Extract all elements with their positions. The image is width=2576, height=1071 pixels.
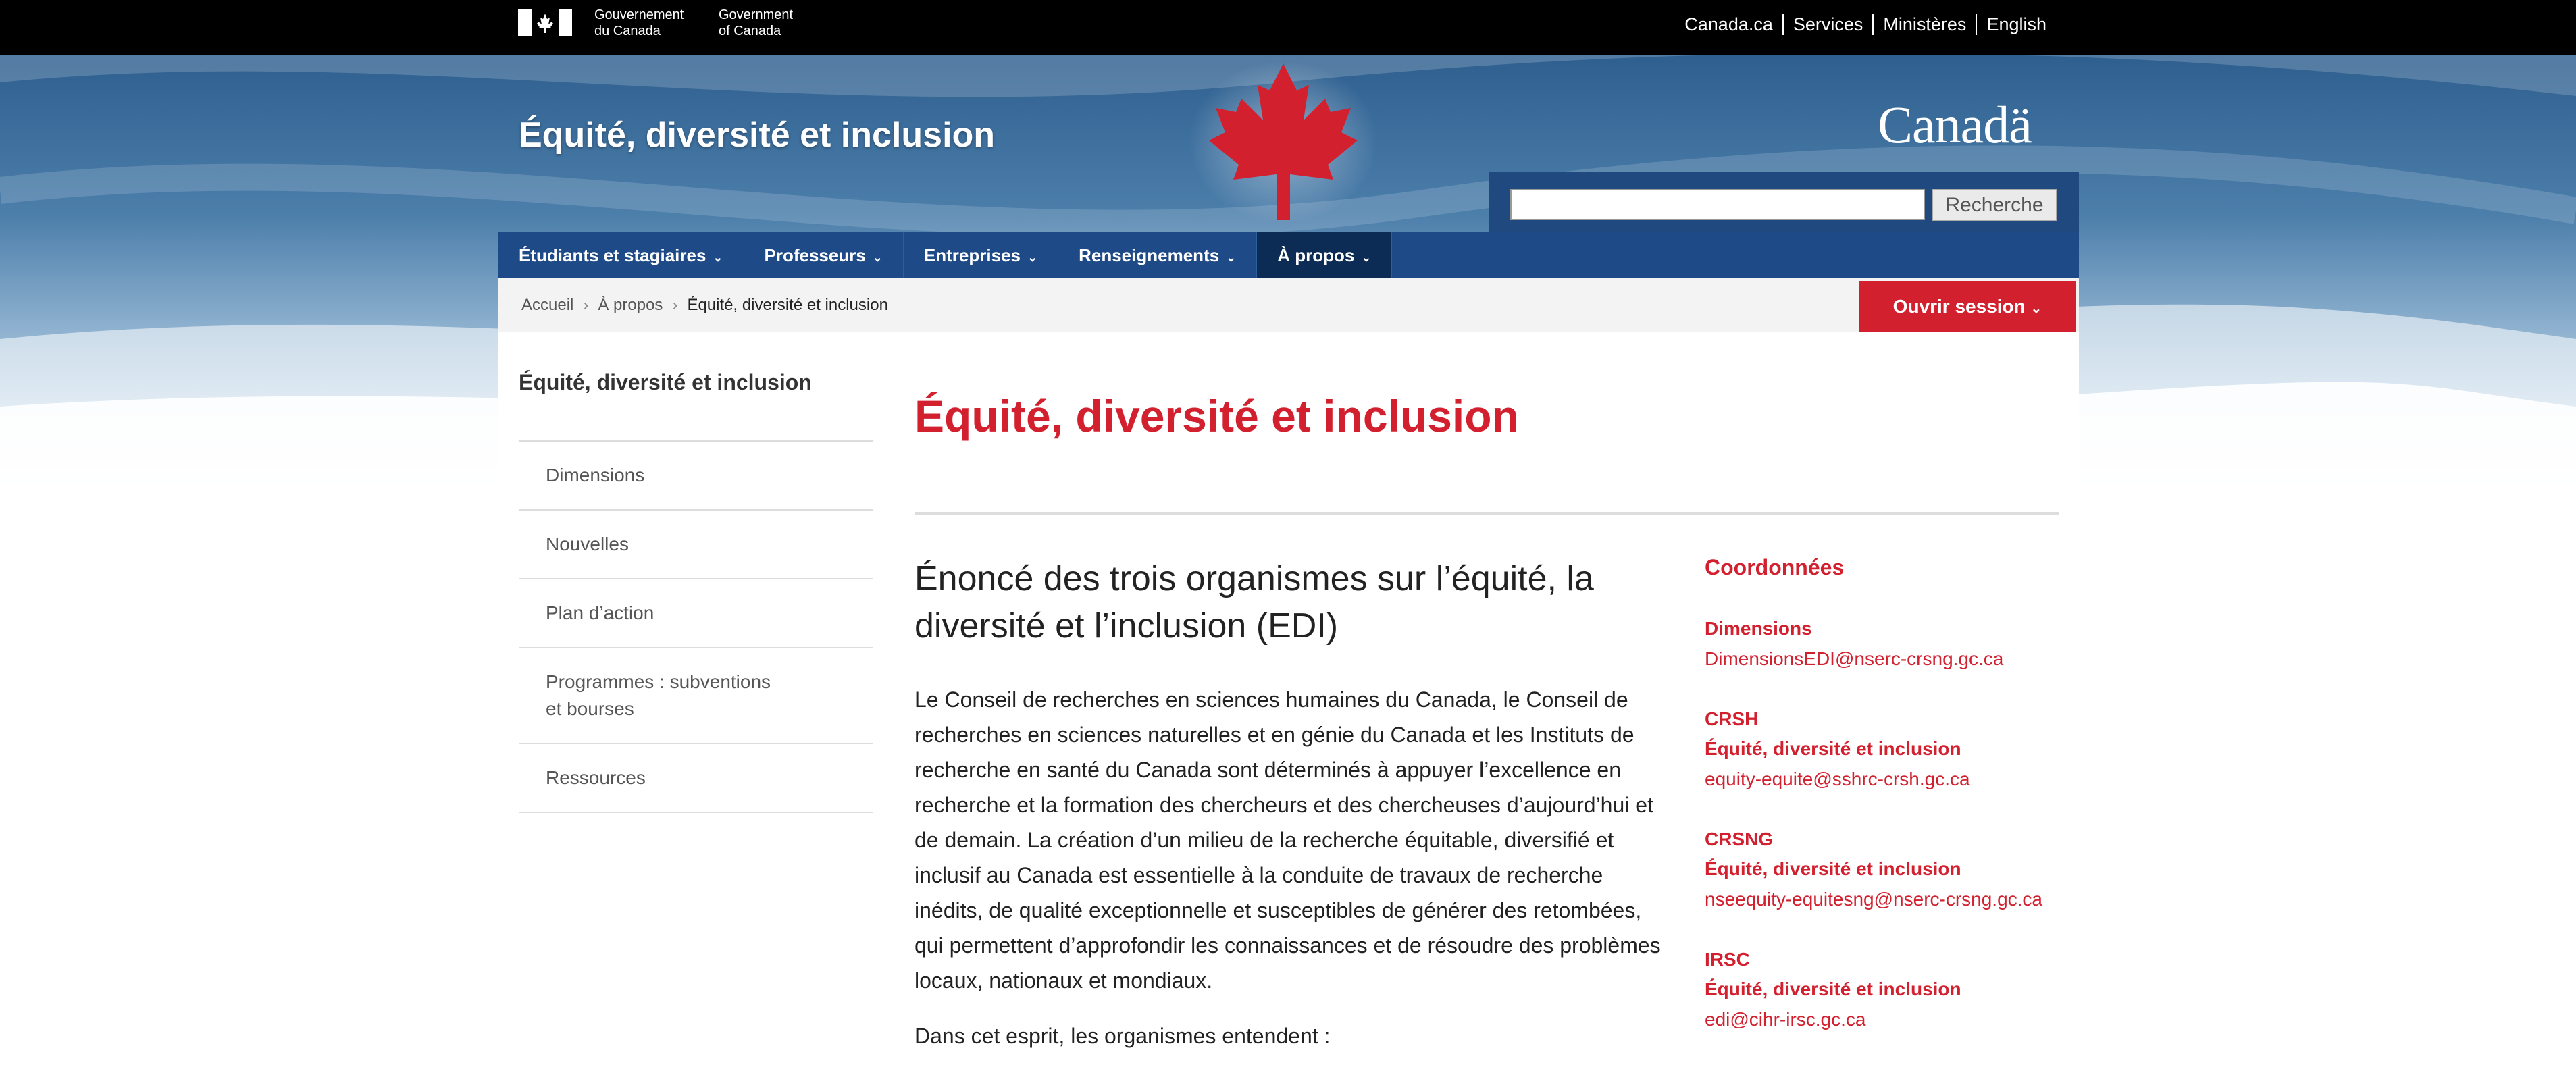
link-services[interactable]: Services (1782, 14, 1873, 35)
sidebar-item-nouvelles[interactable]: Nouvelles (519, 509, 873, 578)
sidebar-item-dimensions[interactable]: Dimensions (519, 440, 873, 509)
contact-block-crsng: CRSNG Équité, diversité et inclusion nse… (1705, 825, 2056, 915)
page-title: Équité, diversité et inclusion (915, 391, 1519, 441)
chevron-down-icon: ⌄ (2030, 301, 2042, 316)
breadcrumb-current: Équité, diversité et inclusion (687, 296, 888, 314)
intro-paragraph: Le Conseil de recherches en sciences hum… (915, 687, 1661, 993)
government-header-bar: Gouvernement du Canada Government of Can… (0, 0, 2576, 55)
sidebar-nav: Dimensions Nouvelles Plan d’action Progr… (519, 440, 873, 813)
contact-block-dimensions: Dimensions DimensionsEDI@nserc-crsng.gc.… (1705, 614, 2056, 675)
chevron-down-icon: ⌄ (1361, 251, 1372, 264)
login-button[interactable]: Ouvrir session ⌄ (1859, 281, 2076, 332)
contact-email-link[interactable]: equity-equite@sshrc-crsh.gc.ca (1705, 764, 2056, 795)
breadcrumb-a-propos[interactable]: À propos (598, 296, 663, 315)
search-area: Recherche (1489, 172, 2079, 232)
contact-email-link[interactable]: edi@cihr-irsc.gc.ca (1705, 1004, 2056, 1035)
breadcrumb-bar: Accueil › À propos › Équité, diversité e… (498, 278, 2079, 332)
nav-item-etudiants[interactable]: Étudiants et stagiaires ⌄ (498, 232, 744, 278)
contact-email-link[interactable]: nseequity-equitesng@nserc-crsng.gc.ca (1705, 884, 2056, 915)
contact-heading: Coordonnées (1705, 555, 1845, 579)
chevron-down-icon: ⌄ (872, 251, 883, 264)
intro-paragraph-2: Dans cet esprit, les organismes entenden… (915, 1024, 1331, 1048)
chevron-down-icon: ⌄ (1226, 251, 1237, 264)
chevron-down-icon: ⌄ (713, 251, 723, 264)
link-english[interactable]: English (1976, 14, 2056, 35)
contact-org: Dimensions (1705, 618, 1812, 639)
contact-panel: Coordonnées Dimensions DimensionsEDI@nse… (1705, 555, 2056, 1065)
link-ministeres[interactable]: Ministères (1872, 14, 1976, 35)
contact-dept: Équité, diversité et inclusion (1705, 738, 1961, 759)
sidebar-title[interactable]: Équité, diversité et inclusion (519, 370, 812, 395)
section-heading: Énoncé des trois organismes sur l’équité… (915, 559, 1594, 646)
chevron-down-icon: ⌄ (1027, 251, 1038, 264)
contact-dept: Équité, diversité et inclusion (1705, 978, 1961, 999)
nav-item-entreprises[interactable]: Entreprises ⌄ (904, 232, 1059, 278)
contact-dept: Équité, diversité et inclusion (1705, 858, 1961, 879)
government-name-en[interactable]: Government of Canada (719, 7, 793, 39)
nav-item-renseignements[interactable]: Renseignements ⌄ (1058, 232, 1258, 278)
maple-leaf-icon (1189, 61, 1378, 223)
contact-email-link[interactable]: DimensionsEDI@nserc-crsng.gc.ca (1705, 644, 2056, 675)
search-button[interactable]: Recherche (1932, 189, 2057, 221)
contact-org: CRSNG (1705, 829, 1774, 850)
sidebar-item-ressources[interactable]: Ressources (519, 743, 873, 813)
main-content: Équité, diversité et inclusion Dimension… (498, 332, 2079, 1071)
sidebar-item-programmes[interactable]: Programmes : subventions et bourses (519, 647, 873, 743)
nav-item-professeurs[interactable]: Professeurs ⌄ (744, 232, 904, 278)
government-name-fr[interactable]: Gouvernement du Canada (594, 7, 684, 39)
nav-item-a-propos[interactable]: À propos ⌄ (1257, 232, 1393, 278)
contact-org: IRSC (1705, 949, 1750, 970)
chevron-right-icon: › (583, 296, 589, 314)
site-title[interactable]: Équité, diversité et inclusion (519, 115, 995, 155)
contact-block-irsc: IRSC Équité, diversité et inclusion edi@… (1705, 945, 2056, 1035)
breadcrumb: Accueil › À propos › Équité, diversité e… (521, 296, 898, 315)
chevron-right-icon: › (672, 296, 678, 314)
breadcrumb-home[interactable]: Accueil (521, 296, 573, 315)
search-input[interactable] (1510, 189, 1925, 220)
canada-wordmark: Canadä (1878, 95, 2032, 154)
canada-flag-icon (518, 9, 572, 36)
sidebar-item-plan-action[interactable]: Plan d’action (519, 578, 873, 647)
top-links: Canada.ca Services Ministères English (1675, 14, 2056, 35)
link-canada-ca[interactable]: Canada.ca (1675, 14, 1782, 35)
main-navigation: Étudiants et stagiaires ⌄ Professeurs ⌄ En… (498, 232, 2079, 278)
contact-org: CRSH (1705, 708, 1759, 729)
divider (915, 512, 2059, 515)
contact-block-crsh: CRSH Équité, diversité et inclusion equi… (1705, 704, 2056, 795)
